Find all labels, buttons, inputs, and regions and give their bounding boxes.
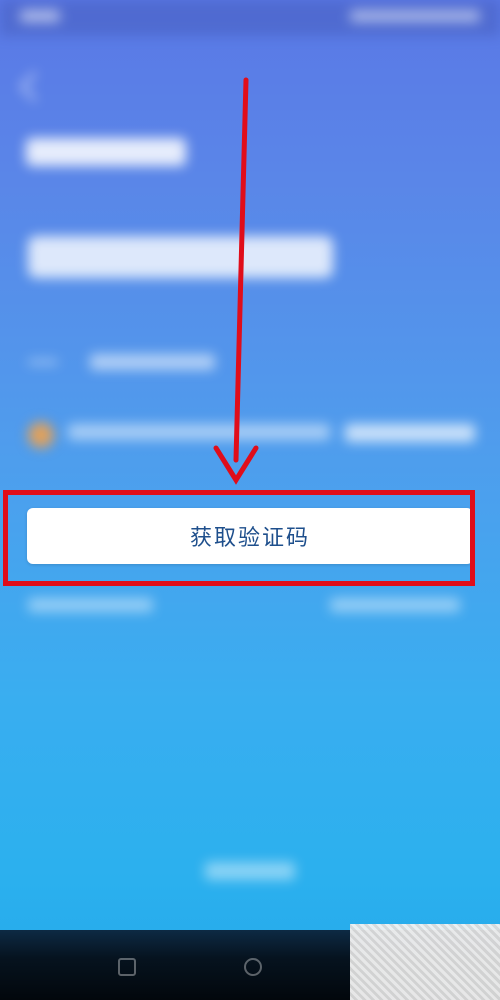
- phone-number-field[interactable]: [90, 354, 215, 370]
- status-icons: [350, 10, 480, 22]
- status-time: [20, 10, 60, 22]
- alternate-login-link[interactable]: [28, 598, 153, 612]
- greeting-text: [26, 138, 186, 166]
- back-chevron-icon[interactable]: [19, 71, 50, 102]
- agreement-link[interactable]: [345, 424, 475, 442]
- recent-apps-icon[interactable]: [118, 958, 136, 976]
- watermark: [350, 924, 500, 1000]
- agreement-text: [68, 424, 330, 440]
- status-bar: [0, 0, 500, 36]
- login-screen: 获取验证码: [0, 0, 500, 1000]
- other-login-link[interactable]: [205, 862, 295, 880]
- phone-prefix: [28, 360, 58, 364]
- home-icon[interactable]: [244, 958, 262, 976]
- page-title: [28, 236, 333, 278]
- help-link[interactable]: [330, 598, 460, 612]
- checkbox-icon[interactable]: [28, 422, 54, 448]
- annotation-highlight-box: [3, 490, 475, 586]
- red-arrow-icon: [213, 77, 259, 485]
